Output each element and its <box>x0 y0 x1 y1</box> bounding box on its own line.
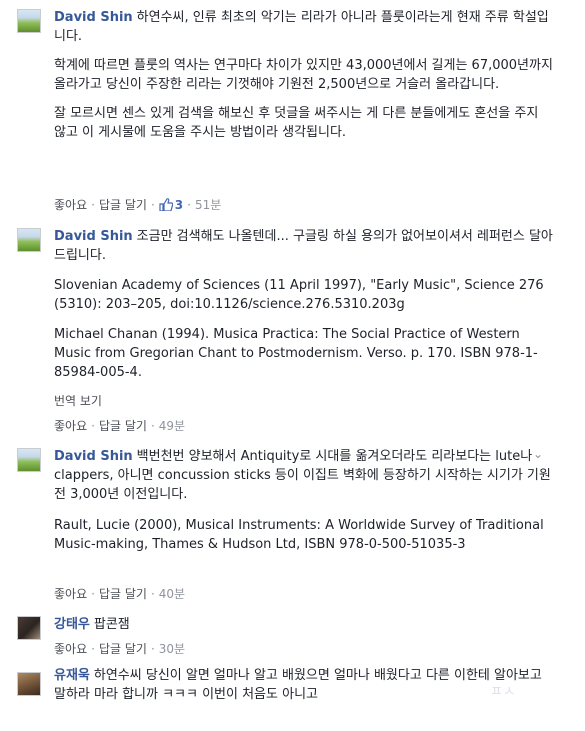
reply-link[interactable]: 답글 달기 <box>99 642 147 656</box>
author-name[interactable]: 강태우 <box>54 617 90 632</box>
comment-actions: 좋아요 · 답글 달기 · 30분 <box>54 640 185 657</box>
separator: · <box>91 587 95 601</box>
like-link[interactable]: 좋아요 <box>54 587 87 601</box>
comment-paragraph: Rault, Lucie (2000), Musical Instruments… <box>54 518 544 552</box>
comment-body: David Shin 조금만 검색해도 나올텐데... 구글링 하실 용의가 없어… <box>54 227 554 382</box>
separator: · <box>150 419 155 433</box>
comment-body: David Shin 하연수씨, 인류 최초의 악기는 리라가 아니라 플룻이라는… <box>54 8 554 142</box>
watermark: ㅍㅅ <box>490 684 516 700</box>
timestamp[interactable]: 49분 <box>159 419 185 433</box>
reply-link[interactable]: 답글 달기 <box>99 198 147 212</box>
comment-paragraph: David Shin 백번천번 양보해서 Antiquity로 시대를 옮겨오더라… <box>54 447 554 504</box>
comment-paragraph: David Shin 하연수씨, 인류 최초의 악기는 리라가 아니라 플룻이라는… <box>54 8 554 46</box>
separator: · <box>150 642 155 656</box>
separator: · <box>150 198 155 212</box>
reaction-count[interactable]: 3 <box>159 198 183 212</box>
timestamp[interactable]: 40분 <box>159 587 185 601</box>
avatar[interactable] <box>17 616 41 640</box>
comment-text: 하연수씨 당신이 알면 얼마나 알고 배웠으면 얼마나 배웠다고 다른 이한테 … <box>54 668 542 702</box>
comment-paragraph: David Shin 조금만 검색해도 나올텐데... 구글링 하실 용의가 없어… <box>54 227 554 265</box>
comment-body: 유재욱 하연수씨 당신이 알면 얼마나 알고 배웠으면 얼마나 배웠다고 다른 이… <box>54 666 554 704</box>
like-link[interactable]: 좋아요 <box>54 198 87 212</box>
author-name[interactable]: 유재욱 <box>54 668 90 683</box>
comment-actions: 좋아요 · 답글 달기 · 40분 <box>54 585 185 602</box>
comment-paragraph: Slovenian Academy of Sciences (11 April … <box>54 278 544 312</box>
avatar[interactable] <box>17 9 41 33</box>
comment-text: 팝콘잼 <box>93 617 130 632</box>
comment-body: David Shin 백번천번 양보해서 Antiquity로 시대를 옮겨오더라… <box>54 447 554 554</box>
comment-paragraph: 유재욱 하연수씨 당신이 알면 얼마나 알고 배웠으면 얼마나 배웠다고 다른 이… <box>54 666 554 704</box>
author-name[interactable]: David Shin <box>54 10 133 25</box>
like-link[interactable]: 좋아요 <box>54 419 87 433</box>
thumbs-up-icon <box>159 198 174 212</box>
comment-paragraph: 강태우 팝콘잼 <box>54 615 554 634</box>
avatar[interactable] <box>17 448 41 472</box>
comment-paragraph: 학계에 따르면 플룻의 역사는 연구마다 차이가 있지만 43,000년에서 길… <box>54 58 553 92</box>
timestamp[interactable]: 30분 <box>159 642 185 656</box>
separator: · <box>187 198 191 212</box>
like-link[interactable]: 좋아요 <box>54 642 87 656</box>
separator: · <box>91 642 95 656</box>
translate-link[interactable]: 번역 보기 <box>54 392 102 409</box>
author-name[interactable]: David Shin <box>54 449 133 464</box>
comment-paragraph: 잘 모르시면 센스 있게 검색을 해보신 후 덧글을 써주시는 게 다른 분들에… <box>54 106 539 140</box>
reply-link[interactable]: 답글 달기 <box>99 587 147 601</box>
separator: · <box>91 198 95 212</box>
timestamp[interactable]: 51분 <box>195 198 221 212</box>
separator: · <box>150 587 155 601</box>
comment-actions: 좋아요 · 답글 달기 · 3 · 51분 <box>54 196 221 213</box>
avatar[interactable] <box>17 228 41 252</box>
comment-paragraph: Michael Chanan (1994). Musica Practica: … <box>54 327 538 380</box>
reaction-count-text: 3 <box>174 198 184 212</box>
author-name[interactable]: David Shin <box>54 229 133 244</box>
comment-body: 강태우 팝콘잼 <box>54 615 554 634</box>
reply-link[interactable]: 답글 달기 <box>99 419 147 433</box>
comment-actions: 좋아요 · 답글 달기 · 49분 <box>54 417 185 434</box>
separator: · <box>91 419 95 433</box>
avatar[interactable] <box>17 672 41 696</box>
